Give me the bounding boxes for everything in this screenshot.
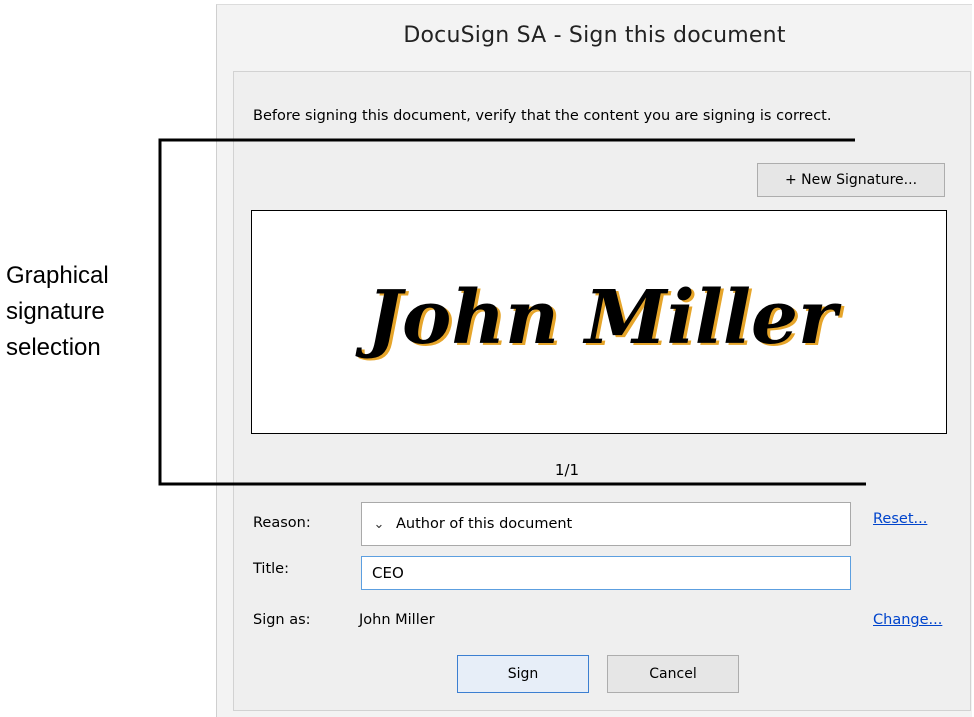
change-link[interactable]: Change... xyxy=(873,612,942,628)
reason-dropdown[interactable]: ⌄ Author of this document xyxy=(361,502,851,546)
sign-as-label: Sign as: xyxy=(253,612,311,628)
sign-document-dialog: DocuSign SA - Sign this document Before … xyxy=(216,4,972,717)
annotation-line-1: Graphical xyxy=(6,262,109,289)
annotation-line-3: selection xyxy=(6,334,101,361)
reason-label: Reason: xyxy=(253,515,311,531)
chevron-down-icon: ⌄ xyxy=(373,516,385,532)
annotation-label: Graphical signature selection xyxy=(6,258,109,366)
reason-value: Author of this document xyxy=(396,516,573,532)
signature-preview[interactable]: John Miller John Miller xyxy=(251,210,947,434)
instruction-text: Before signing this document, verify tha… xyxy=(253,108,832,124)
signature-image: John Miller John Miller xyxy=(355,275,845,363)
sign-button[interactable]: Sign xyxy=(457,655,589,693)
cancel-button[interactable]: Cancel xyxy=(607,655,739,693)
new-signature-button[interactable]: + New Signature... xyxy=(757,163,945,197)
title-input[interactable]: CEO xyxy=(361,556,851,590)
annotation-line-2: signature xyxy=(6,298,105,325)
signature-counter: 1/1 xyxy=(554,461,580,479)
reset-link[interactable]: Reset... xyxy=(873,511,927,527)
sign-as-value: John Miller xyxy=(359,612,435,628)
title-label: Title: xyxy=(253,561,289,577)
dialog-title: DocuSign SA - Sign this document xyxy=(403,23,786,48)
signature-script: John Miller xyxy=(355,275,842,361)
